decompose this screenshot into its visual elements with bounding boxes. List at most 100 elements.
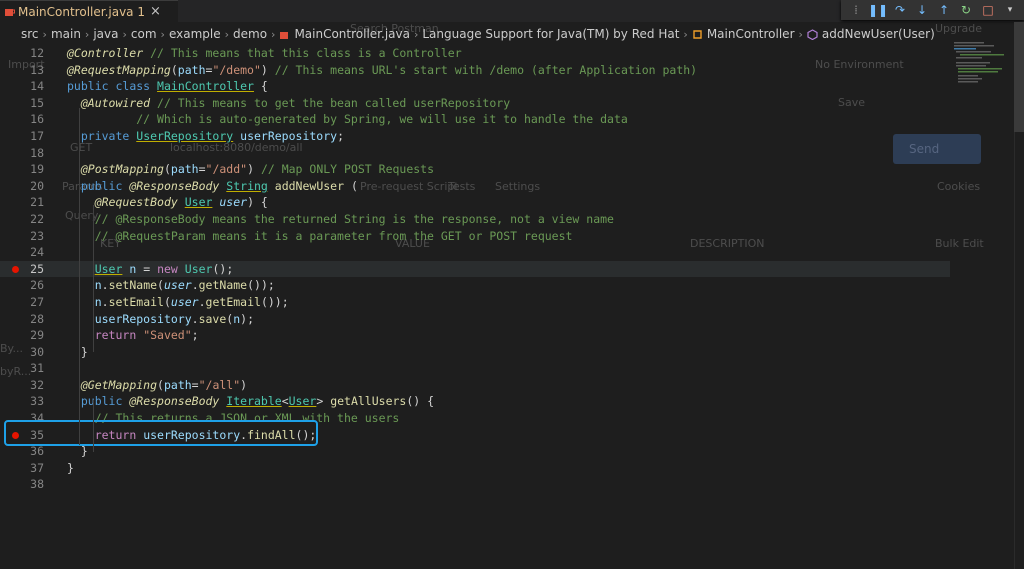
step-out-icon[interactable]: ↑ [935, 1, 953, 19]
code-line[interactable]: 27 n.setEmail(user.getEmail()); [0, 294, 950, 311]
restart-icon[interactable]: ↻ [957, 1, 975, 19]
crumb-com[interactable]: com [131, 27, 157, 41]
code-token: // This means URL's start with /demo (af… [267, 62, 698, 77]
code-text: @Controller // This means that this clas… [67, 45, 462, 62]
code-line[interactable]: 30 } [0, 344, 950, 361]
code-token: // Which is auto-generated by Spring, we… [67, 112, 628, 127]
chevron-down-icon[interactable]: ▾ [1001, 1, 1019, 19]
crumb-src[interactable]: src [21, 27, 39, 41]
code-token: getEmail [205, 294, 261, 309]
crumb-main[interactable]: main [51, 27, 81, 41]
code-line[interactable]: 12 @Controller // This means that this cl… [0, 45, 950, 62]
code-line[interactable]: 25 User n = new User(); [0, 260, 950, 278]
code-token: MainController [157, 79, 254, 94]
code-token: ) [260, 62, 268, 77]
code-line[interactable]: 20 public @ResponseBody String addNewUse… [0, 178, 950, 195]
code-token: . [198, 294, 206, 309]
line-number: 25 [30, 261, 44, 276]
code-token: userRepository [94, 311, 192, 326]
code-line[interactable]: 26 n.setName(user.getName()); [0, 277, 950, 294]
code-token: path [170, 162, 199, 177]
stop-icon[interactable]: □ [979, 1, 997, 19]
code-line[interactable]: 21 @RequestBody User user) { [0, 194, 950, 211]
chevron-right-icon: › [683, 27, 688, 41]
line-number: 16 [30, 112, 44, 127]
code-line[interactable]: 32 @GetMapping(path="/all") [0, 377, 950, 394]
code-text: @RequestBody User user) { [67, 194, 268, 211]
code-line[interactable]: 15 @Autowired // This means to get the b… [0, 95, 950, 112]
code-line[interactable]: 14 public class MainController { [0, 78, 950, 95]
scrollbar-thumb[interactable] [1014, 22, 1024, 132]
crumb-class[interactable]: MainController [707, 27, 795, 41]
line-number: 23 [30, 228, 44, 243]
code-line[interactable]: 28 userRepository.save(n); [0, 311, 950, 328]
code-token: public [67, 79, 109, 94]
code-token: Iterable [226, 394, 282, 409]
code-line[interactable]: 16 // Which is auto-generated by Spring,… [0, 111, 950, 128]
code-token: ; [191, 328, 199, 343]
code-line[interactable]: 17 private UserRepository userRepository… [0, 128, 950, 145]
code-token: @RequestBody [94, 195, 178, 210]
code-token: save [198, 311, 227, 326]
code-token: n [94, 278, 102, 293]
line-number: 17 [30, 128, 44, 143]
code-token: private [80, 128, 130, 143]
code-token: user [163, 278, 192, 293]
code-token: > [316, 394, 331, 409]
drag-handle-icon[interactable]: ⁞ [847, 1, 865, 19]
code-line[interactable]: 33 public @ResponseBody Iterable<User> g… [0, 393, 950, 410]
crumb-method[interactable]: addNewUser(User) [822, 27, 935, 41]
code-line[interactable]: 23 // @RequestParam means it is a parame… [0, 228, 950, 245]
code-text: @GetMapping(path="/all") [67, 377, 247, 394]
code-token: @Controller [67, 46, 144, 60]
code-line[interactable]: 22 // @ResponseBody means the returned S… [0, 211, 950, 228]
code-line[interactable]: 29 return "Saved"; [0, 327, 950, 344]
code-line[interactable]: 18 [0, 145, 950, 162]
code-line[interactable]: 31 [0, 360, 950, 377]
code-token: path [163, 377, 192, 392]
crumb-java[interactable]: java [93, 27, 118, 41]
code-line[interactable]: 38 [0, 476, 950, 493]
code-text: public @ResponseBody String addNewUser ( [67, 178, 358, 195]
pause-icon[interactable]: ❚❚ [868, 1, 888, 19]
code-line[interactable]: 24 [0, 244, 950, 261]
code-text: // @ResponseBody means the returned Stri… [67, 211, 614, 228]
minimap[interactable] [952, 40, 1014, 86]
line-number: 15 [30, 95, 44, 110]
code-token: "/demo" [212, 62, 261, 77]
tab-label: MainController.java 1 [18, 4, 145, 19]
crumb-file[interactable]: MainController.java [294, 27, 410, 41]
crumb-demo[interactable]: demo [233, 27, 267, 41]
code-line[interactable]: 37} [0, 460, 950, 477]
code-token: String [226, 178, 268, 193]
tab-close-icon[interactable]: × [150, 4, 161, 19]
code-text: // Which is auto-generated by Spring, we… [67, 111, 628, 128]
code-token: < [281, 394, 289, 409]
step-over-icon[interactable]: ↷ [891, 1, 909, 19]
tab-main-controller[interactable]: MainController.java 1 × [0, 0, 178, 22]
code-token: userRepository [240, 128, 338, 143]
code-token: = [191, 377, 199, 392]
chevron-right-icon: › [122, 27, 127, 41]
code-token: // @RequestParam means it is a parameter… [94, 228, 573, 243]
code-text: } [67, 344, 88, 361]
step-into-icon[interactable]: ↓ [913, 1, 931, 19]
code-text: private UserRepository userRepository; [67, 128, 344, 145]
code-token: @PostMapping [80, 162, 164, 177]
crumb-example[interactable]: example [169, 27, 221, 41]
code-token: () { [406, 394, 435, 409]
method-icon [807, 28, 818, 40]
code-line[interactable]: 13 @RequestMapping(path="/demo") // This … [0, 62, 950, 79]
crumb-language-support[interactable]: Language Support for Java(TM) by Red Hat [422, 27, 679, 41]
code-line[interactable]: 19 @PostMapping(path="/add") // Map ONLY… [0, 161, 950, 178]
chevron-right-icon: › [84, 27, 90, 41]
line-number: 13 [30, 62, 44, 77]
code-token: public [80, 394, 123, 409]
